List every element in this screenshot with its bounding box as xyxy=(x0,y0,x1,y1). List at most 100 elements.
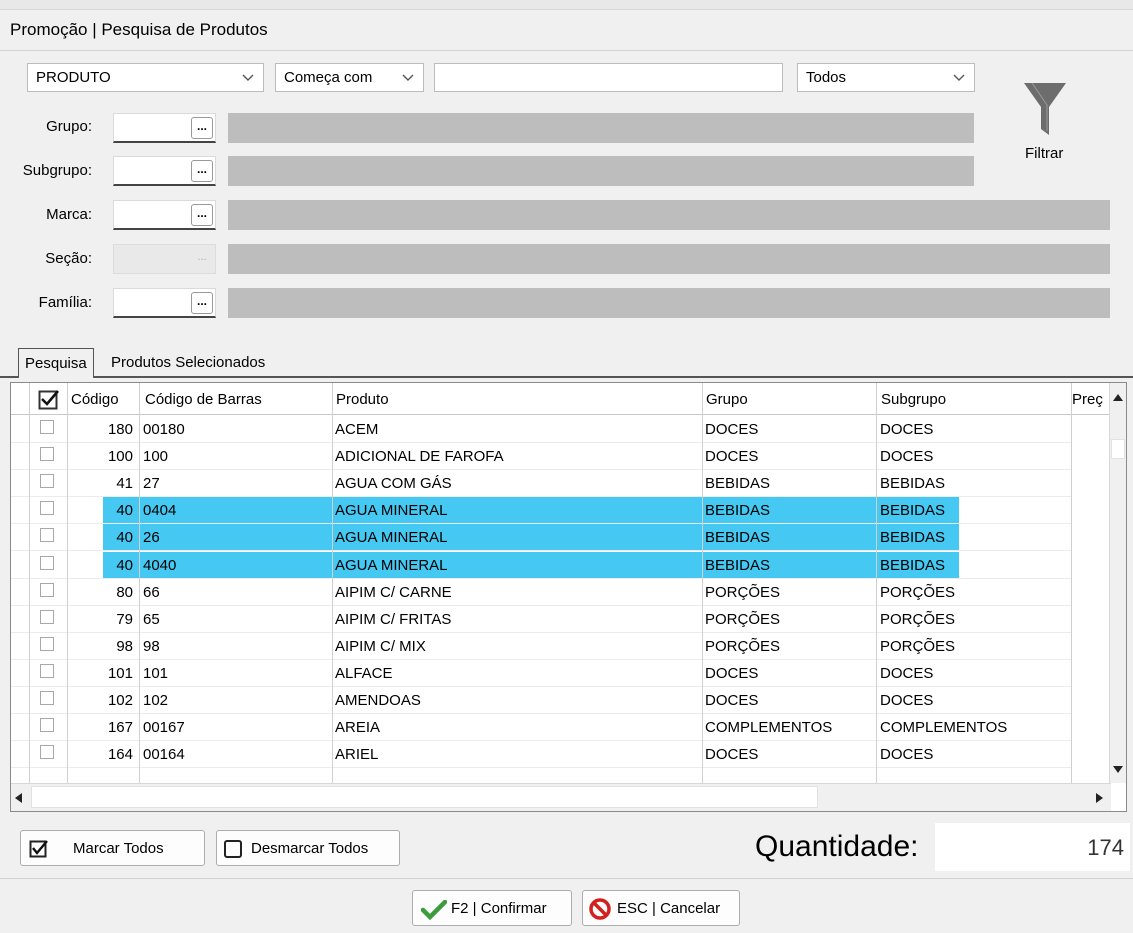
cell-codigo: 79 xyxy=(116,610,133,628)
title-strip xyxy=(0,0,1133,10)
marca-lookup-button[interactable]: ... xyxy=(191,204,213,226)
familia-lookup-button[interactable]: ... xyxy=(191,292,213,314)
select-all-checkbox-icon[interactable] xyxy=(38,389,60,411)
row-checkbox[interactable] xyxy=(40,609,54,624)
cell-grupo: DOCES xyxy=(705,746,759,764)
cell-codigo: 101 xyxy=(107,664,133,682)
row-checkbox[interactable] xyxy=(40,691,54,705)
header-produto[interactable]: Produto xyxy=(336,391,389,408)
marcar-todos-button[interactable]: Marcar Todos xyxy=(20,830,205,866)
vertical-scrollbar[interactable] xyxy=(1109,383,1126,783)
column-separator xyxy=(29,383,30,783)
header-subgrupo[interactable]: Subgrupo xyxy=(881,391,946,408)
cell-subgrupo: DOCES xyxy=(880,692,934,709)
header-codigo-barras[interactable]: Código de Barras xyxy=(145,391,262,408)
cell-subgrupo: BEBIDAS xyxy=(880,475,946,493)
row-checkbox[interactable] xyxy=(40,555,54,570)
tab-produtos-selecionados[interactable]: Produtos Selecionados xyxy=(111,354,265,371)
cell-produto: AGUA MINERAL xyxy=(335,502,448,520)
cell-subgrupo: BEBIDAS xyxy=(880,556,946,574)
cell-grupo: DOCES xyxy=(705,692,759,709)
table-row[interactable]: 80 66 AIPIM C/ CARNE PORÇÕES PORÇÕES xyxy=(11,579,1071,606)
row-checkbox[interactable] xyxy=(40,474,54,489)
cell-codigo-barras: 27 xyxy=(143,475,160,493)
row-checkbox[interactable] xyxy=(40,501,54,516)
cell-codigo-barras: 00167 xyxy=(143,719,185,737)
search-mode-select[interactable]: Começa com xyxy=(275,63,424,92)
cell-produto: AIPIM C/ MIX xyxy=(335,637,426,655)
desmarcar-todos-button[interactable]: Desmarcar Todos xyxy=(216,830,400,866)
table-row[interactable]: 167 00167 AREIA COMPLEMENTOS COMPLEMENTOS xyxy=(11,714,1071,742)
checked-box-icon xyxy=(29,840,48,858)
header-preco[interactable]: Preç xyxy=(1072,391,1103,408)
header-grupo[interactable]: Grupo xyxy=(706,391,748,408)
status-select[interactable]: Todos xyxy=(797,63,975,92)
subgrupo-description xyxy=(228,156,974,186)
cell-subgrupo: DOCES xyxy=(880,746,934,764)
column-separator xyxy=(67,383,68,783)
funnel-icon xyxy=(1024,82,1066,135)
cell-grupo: DOCES xyxy=(705,664,759,682)
table-row[interactable]: 79 65 AIPIM C/ FRITAS PORÇÕES PORÇÕES xyxy=(11,606,1071,633)
marcar-todos-label: Marcar Todos xyxy=(73,840,164,857)
table-row[interactable]: 40 0404 AGUA MINERAL BEBIDAS BEBIDAS xyxy=(11,497,1071,525)
row-checkbox[interactable] xyxy=(40,636,54,651)
cell-codigo-barras: 00164 xyxy=(143,746,185,764)
row-selection-highlight xyxy=(103,551,959,578)
cell-subgrupo: BEBIDAS xyxy=(880,529,946,547)
scroll-down-icon[interactable] xyxy=(1113,766,1123,774)
cell-subgrupo: PORÇÕES xyxy=(880,610,956,628)
cell-codigo-barras: 26 xyxy=(143,529,160,547)
grupo-lookup-button[interactable]: ... xyxy=(191,117,213,139)
row-checkbox[interactable] xyxy=(40,420,54,434)
cell-codigo-barras: 100 xyxy=(143,448,169,466)
cell-grupo: BEBIDAS xyxy=(705,556,771,574)
confirmar-button[interactable]: F2 | Confirmar xyxy=(412,890,572,926)
cell-grupo: DOCES xyxy=(705,421,759,438)
row-checkbox[interactable] xyxy=(40,745,54,760)
table-row[interactable]: 180 00180 ACEM DOCES DOCES xyxy=(11,416,1071,444)
cell-grupo: BEBIDAS xyxy=(705,529,771,547)
table-row[interactable]: 164 00164 ARIEL DOCES DOCES xyxy=(11,741,1071,769)
cell-produto: AGUA COM GÁS xyxy=(335,475,452,493)
table-row[interactable]: 100 100 ADICIONAL DE FAROFA DOCES DOCES xyxy=(11,443,1071,471)
row-checkbox[interactable] xyxy=(40,663,54,678)
table-row[interactable]: 40 26 AGUA MINERAL BEBIDAS BEBIDAS xyxy=(11,524,1071,552)
table-row[interactable]: 41 27 AGUA COM GÁS BEBIDAS BEBIDAS xyxy=(11,470,1071,498)
table-row[interactable]: 40 4040 AGUA MINERAL BEBIDAS BEBIDAS xyxy=(11,551,1071,579)
cell-produto: ACEM xyxy=(335,421,379,438)
table-row[interactable]: 98 98 AIPIM C/ MIX PORÇÕES PORÇÕES xyxy=(11,633,1071,660)
table-row[interactable]: 101 101 ALFACE DOCES DOCES xyxy=(11,660,1071,687)
table-row[interactable]: 102 102 AMENDOAS DOCES DOCES xyxy=(11,687,1071,715)
horizontal-scroll-thumb[interactable] xyxy=(31,786,818,808)
cancelar-button[interactable]: ESC | Cancelar xyxy=(582,890,740,926)
filter-label: Filtrar xyxy=(1025,145,1064,162)
row-checkbox[interactable] xyxy=(40,528,54,543)
products-grid[interactable]: Código Código de Barras Produto Grupo Su… xyxy=(10,382,1127,812)
search-field-select[interactable]: PRODUTO xyxy=(27,63,264,92)
tab-pesquisa[interactable]: Pesquisa xyxy=(18,348,94,378)
subgrupo-lookup-button[interactable]: ... xyxy=(191,160,213,182)
search-mode-value: Começa com xyxy=(284,69,373,86)
cell-subgrupo: DOCES xyxy=(880,421,934,438)
cancel-icon xyxy=(589,898,611,920)
row-checkbox[interactable] xyxy=(40,718,54,733)
search-input[interactable] xyxy=(434,63,783,92)
column-separator xyxy=(332,383,333,783)
row-checkbox[interactable] xyxy=(40,447,54,462)
cell-codigo: 40 xyxy=(116,502,133,520)
scroll-left-icon[interactable] xyxy=(14,793,22,803)
header-codigo[interactable]: Código xyxy=(71,391,119,408)
scroll-up-icon[interactable] xyxy=(1113,393,1123,401)
window-title: Promoção | Pesquisa de Produtos xyxy=(10,20,268,39)
vertical-scroll-thumb[interactable] xyxy=(1111,439,1125,459)
horizontal-scrollbar[interactable] xyxy=(11,783,1111,811)
cell-codigo-barras: 4040 xyxy=(143,556,177,574)
cell-codigo-barras: 101 xyxy=(143,664,169,682)
cell-grupo: BEBIDAS xyxy=(705,475,771,493)
scroll-right-icon[interactable] xyxy=(1096,793,1104,803)
cell-subgrupo: DOCES xyxy=(880,448,934,466)
cell-produto: AIPIM C/ CARNE xyxy=(335,583,452,601)
row-checkbox[interactable] xyxy=(40,582,54,597)
column-separator xyxy=(1071,383,1072,783)
